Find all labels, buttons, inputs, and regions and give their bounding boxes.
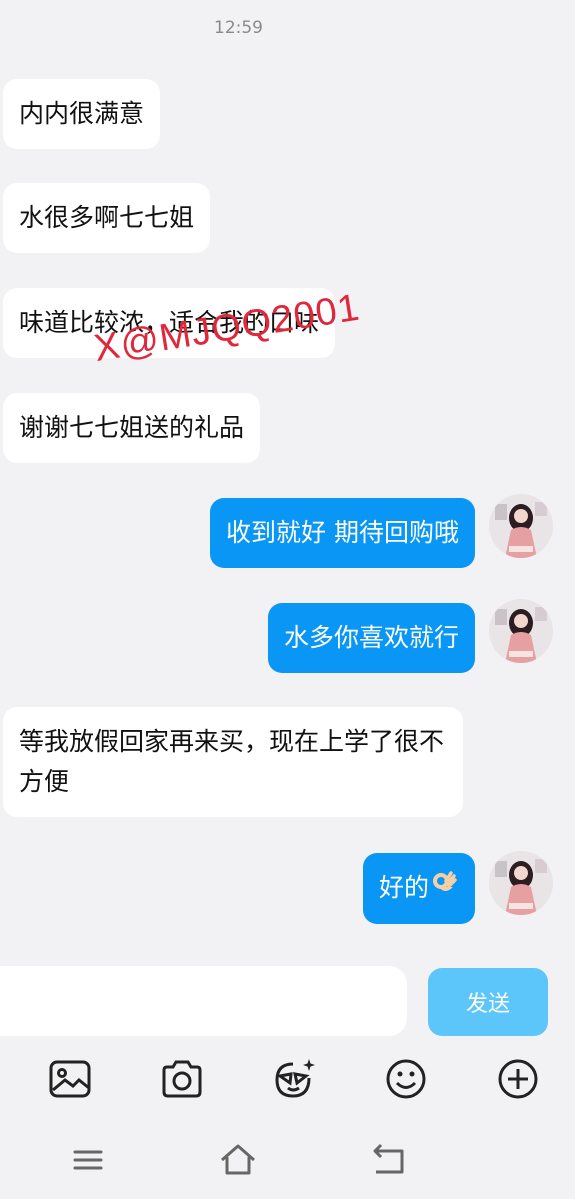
- composer: 发送: [0, 958, 575, 1048]
- sticker-icon[interactable]: [271, 1056, 317, 1102]
- back-icon[interactable]: [368, 1140, 408, 1180]
- message-bubble-incoming[interactable]: 水很多啊七七姐: [3, 183, 211, 253]
- input-toolbar: [0, 1048, 575, 1110]
- send-button[interactable]: 发送: [428, 968, 548, 1036]
- ok-hand-icon: [431, 869, 459, 909]
- camera-icon[interactable]: [159, 1056, 205, 1102]
- system-navigation-bar: [0, 1130, 575, 1188]
- message-timestamp: 12:59: [214, 18, 263, 38]
- message-input[interactable]: [0, 966, 407, 1036]
- add-icon[interactable]: [495, 1056, 541, 1102]
- message-bubble-outgoing[interactable]: 水多你喜欢就行: [267, 603, 475, 673]
- home-icon[interactable]: [218, 1140, 258, 1180]
- message-bubble-incoming[interactable]: 内内很满意: [3, 79, 161, 149]
- menu-icon[interactable]: [68, 1140, 108, 1180]
- message-bubble-incoming[interactable]: 等我放假回家再来买，现在上学了很不方便: [3, 707, 463, 817]
- emoji-icon[interactable]: [383, 1056, 429, 1102]
- message-text: 好的: [378, 873, 429, 902]
- message-bubble-incoming[interactable]: 谢谢七七姐送的礼品: [3, 393, 261, 463]
- avatar[interactable]: [489, 851, 553, 915]
- image-icon[interactable]: [47, 1056, 93, 1102]
- avatar[interactable]: [489, 494, 553, 558]
- message-bubble-outgoing[interactable]: 收到就好 期待回购哦: [210, 498, 475, 568]
- message-bubble-outgoing[interactable]: 好的: [362, 853, 475, 924]
- avatar[interactable]: [489, 599, 553, 663]
